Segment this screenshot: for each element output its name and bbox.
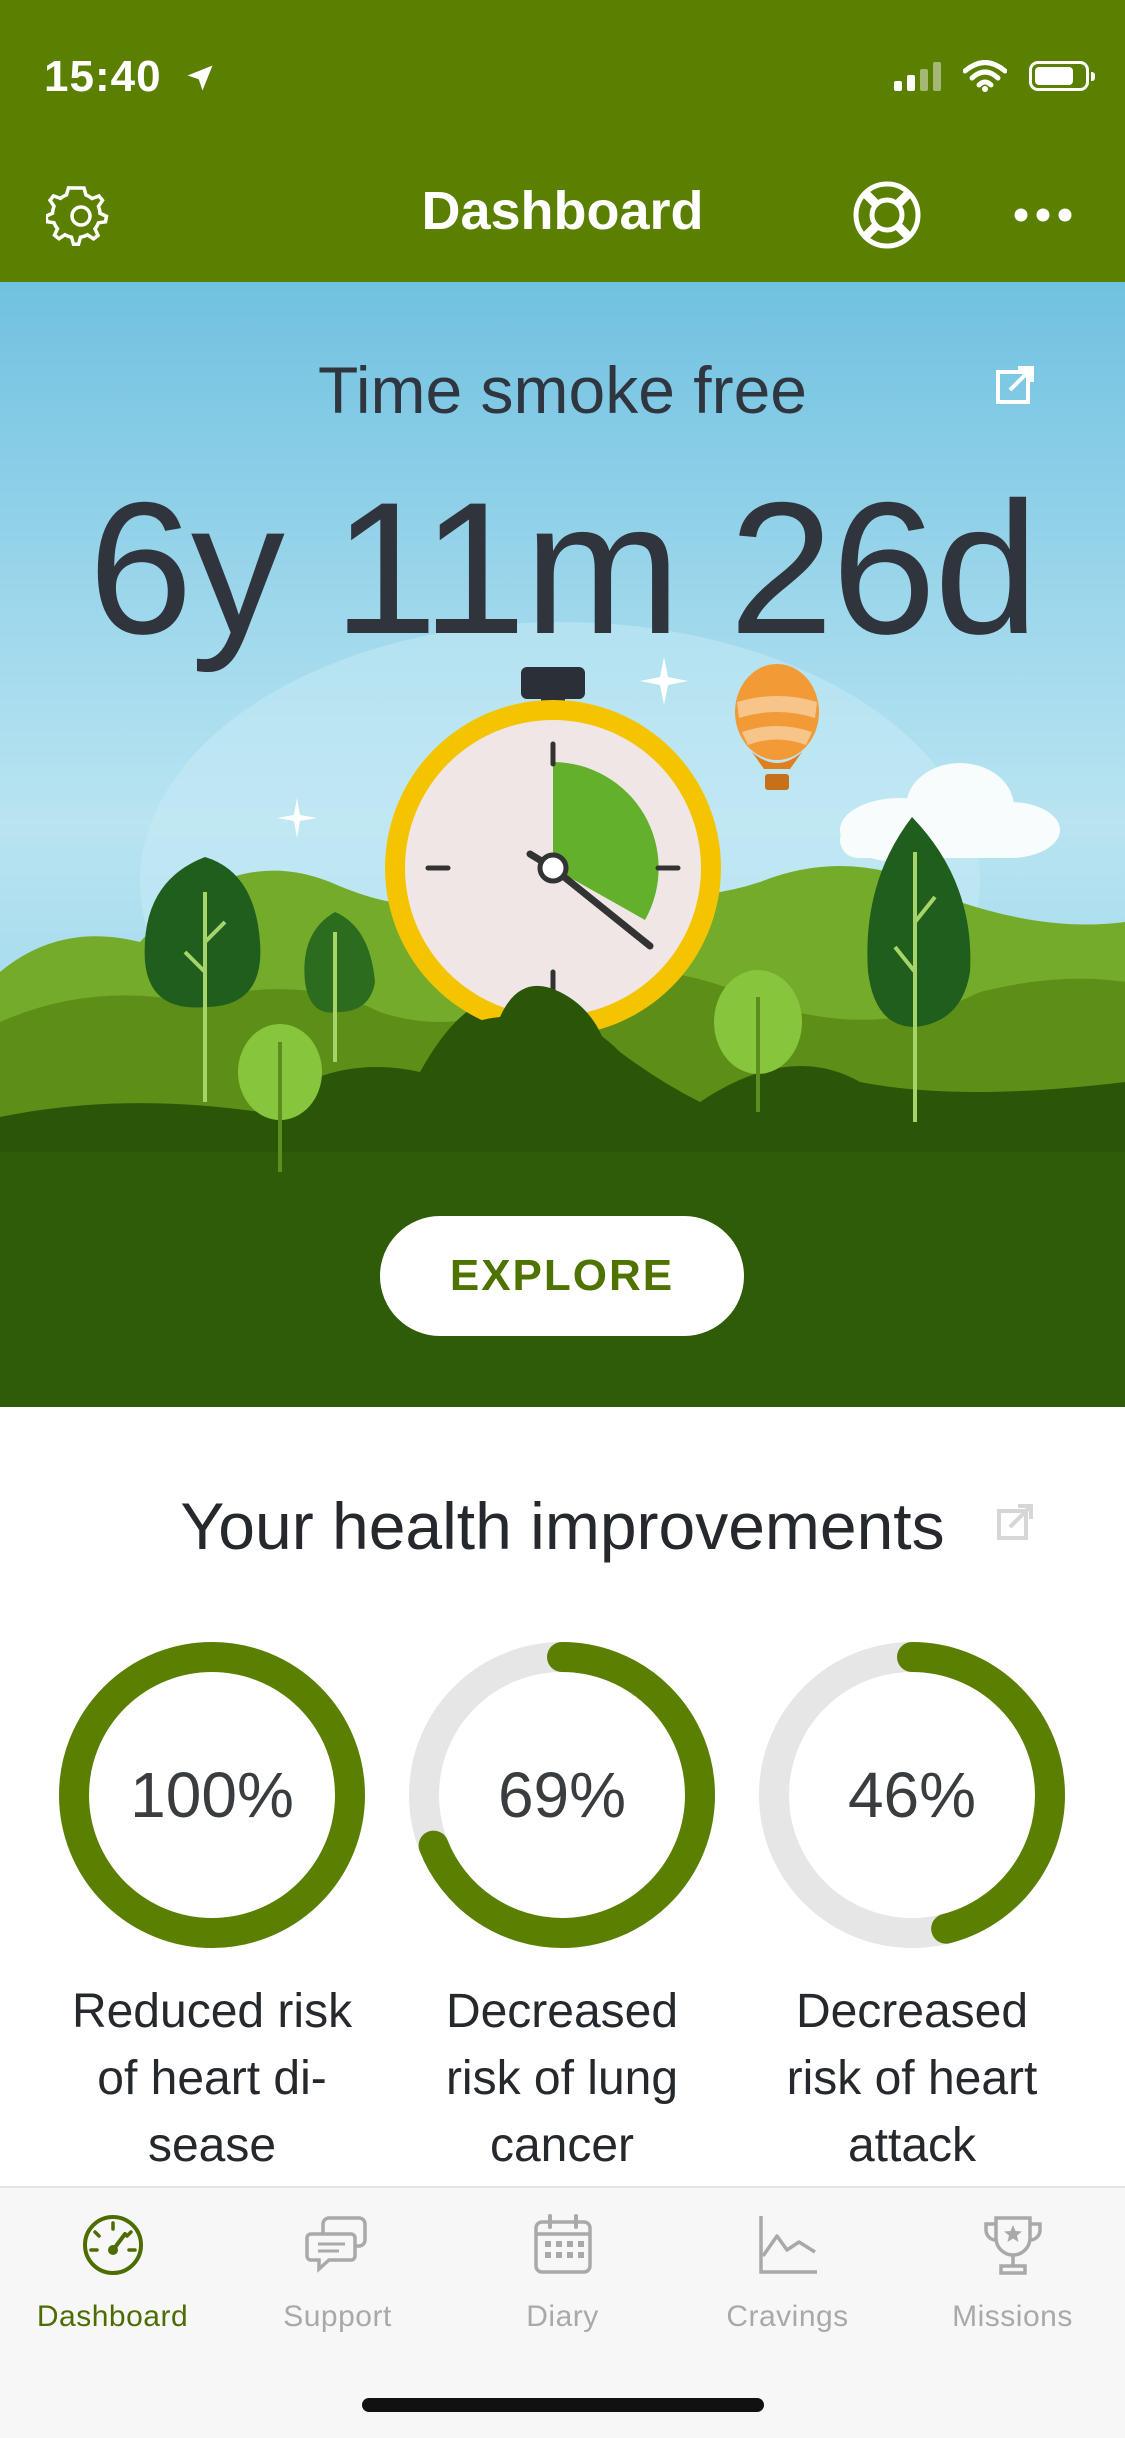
- tab-label: Cravings: [726, 2300, 849, 2333]
- battery-icon: [1029, 61, 1095, 91]
- label-line: attack: [847, 2119, 977, 2172]
- calendar-icon: [533, 2214, 592, 2274]
- time-smoke-free-value: 6y 11m 26d: [88, 463, 1038, 673]
- label-line: of heart di-: [97, 2052, 327, 2105]
- label-line: sease: [147, 2119, 277, 2172]
- label-line: cancer: [489, 2119, 635, 2172]
- status-indicators: [894, 60, 1095, 92]
- progress-percent: 46%: [847, 1759, 977, 1831]
- status-time: 15:40: [44, 52, 215, 104]
- progress-percent: 69%: [497, 1759, 627, 1831]
- label-line: Decreased: [445, 1985, 679, 2038]
- time-smoke-free-card[interactable]: Time smoke free 6y 11m 26d EXPLORE: [0, 282, 1125, 1407]
- status-time-text: 15:40: [44, 52, 162, 101]
- tab-label: Support: [283, 2300, 392, 2333]
- lifebuoy-icon[interactable]: [852, 180, 922, 250]
- label-line: Decreased: [795, 1985, 1029, 2038]
- app-header: 15:40 Dashboard: [0, 0, 1125, 282]
- progress-ring[interactable]: 100%: [57, 1640, 367, 1950]
- health-improvement-label: Decreased risk of heart attack: [742, 1978, 1082, 2179]
- tab-label: Diary: [526, 2300, 599, 2333]
- speedometer-icon: [82, 2215, 143, 2275]
- tab-dashboard[interactable]: Dashboard: [0, 2212, 225, 2334]
- chat-bubbles-icon: [304, 2216, 367, 2273]
- tab-support[interactable]: Support: [225, 2212, 450, 2334]
- line-chart-icon: [758, 2216, 817, 2274]
- health-improvement-label: Decreased risk of lung cancer: [392, 1978, 732, 2179]
- home-indicator: [362, 2398, 764, 2412]
- health-improvement-label: Reduced risk of heart di-sease: [42, 1978, 382, 2179]
- explore-button[interactable]: EXPLORE: [380, 1216, 744, 1336]
- label-line: risk of lung: [445, 2052, 679, 2105]
- share-icon[interactable]: [994, 362, 1038, 406]
- tab-cravings[interactable]: Cravings: [675, 2212, 900, 2334]
- progress-ring[interactable]: 46%: [757, 1640, 1067, 1950]
- tab-missions[interactable]: Missions: [900, 2212, 1125, 2334]
- tab-label: Dashboard: [36, 2300, 189, 2333]
- progress-percent: 100%: [130, 1759, 294, 1831]
- tab-diary[interactable]: Diary: [450, 2212, 675, 2334]
- hero-title: Time smoke free: [317, 353, 807, 427]
- location-arrow-icon: [185, 54, 215, 104]
- more-dots-icon[interactable]: [1012, 200, 1074, 230]
- progress-ring[interactable]: 69%: [407, 1640, 717, 1950]
- share-icon[interactable]: [996, 1502, 1036, 1542]
- wifi-icon: [963, 60, 1007, 92]
- tab-label: Missions: [952, 2300, 1073, 2333]
- health-section-title: Your health improvements: [180, 1489, 945, 1563]
- page-title: Dashboard: [421, 181, 704, 241]
- label-line: risk of heart: [786, 2052, 1038, 2105]
- cellular-signal-icon: [894, 61, 941, 91]
- label-line: Reduced risk: [71, 1985, 353, 2038]
- trophy-icon: [983, 2216, 1042, 2275]
